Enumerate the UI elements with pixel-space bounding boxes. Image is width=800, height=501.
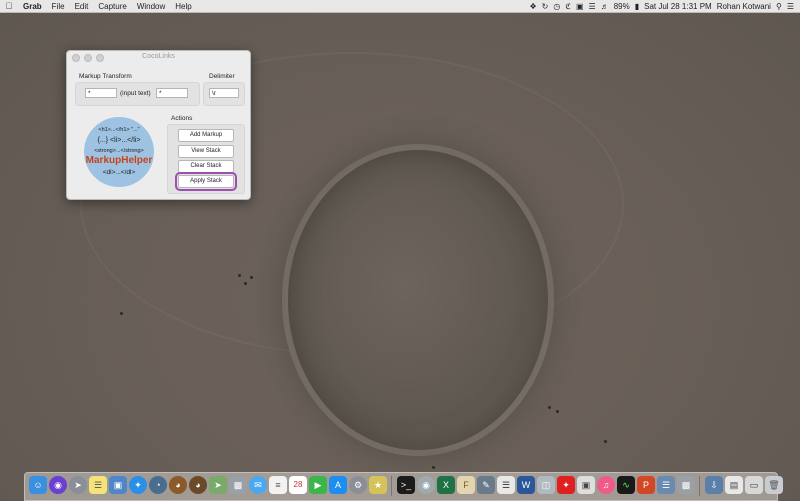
logo-text: <strong>...</strong> (94, 148, 144, 154)
app-icon[interactable]: ☰ (497, 476, 515, 494)
add-markup-button[interactable]: Add Markup (178, 129, 234, 142)
logo-text: {...} <li>...</li> (97, 137, 141, 144)
system-preferences-icon[interactable]: ⚙ (349, 476, 367, 494)
app-icon[interactable]: ◉ (417, 476, 435, 494)
menu-file[interactable]: File (47, 2, 70, 11)
terminal-icon[interactable]: >_ (397, 476, 415, 494)
menu-edit[interactable]: Edit (70, 2, 94, 11)
reminders-icon[interactable]: ≡ (269, 476, 287, 494)
app-store-icon[interactable]: A (329, 476, 347, 494)
display-icon[interactable]: ▣ (576, 2, 584, 11)
app-icon[interactable]: ◕ (189, 476, 207, 494)
desktop-scrub (432, 466, 435, 469)
wifi-icon[interactable]: ☰ (589, 2, 596, 11)
word-icon[interactable]: W (517, 476, 535, 494)
view-stack-button[interactable]: View Stack (178, 145, 234, 158)
window-titlebar[interactable]: CocoLinks (67, 51, 250, 63)
app-icon[interactable]: ◕ (169, 476, 187, 494)
markup-transform-box: * (input text) * (75, 82, 200, 106)
powerpoint-icon[interactable]: P (637, 476, 655, 494)
actions-box: Add Markup View Stack Clear Stack Apply … (167, 124, 245, 194)
volume-icon[interactable]: ♬ (601, 2, 609, 11)
minimize-button[interactable] (84, 54, 92, 62)
suffix-input[interactable]: * (156, 88, 188, 98)
app-icon[interactable]: ★ (369, 476, 387, 494)
window-title: CocoLinks (142, 53, 175, 60)
desktop-crater (282, 144, 554, 456)
delimiter-box: \r (203, 82, 245, 106)
dock-separator (391, 476, 392, 496)
logo-text: <h1>...</h1> "..." (98, 127, 140, 133)
app-icon[interactable]: ▭ (745, 476, 763, 494)
app-icon[interactable]: ▩ (677, 476, 695, 494)
menu-app-name[interactable]: Grab (18, 2, 47, 11)
dock: ☺ ◉ ➤ ☰ ▣ ✦ ◔ ◕ ◕ ➤ ▩ ✉ ≡ 28 ▶ A ⚙ ★ >_ … (24, 472, 783, 501)
siri-icon[interactable]: ◉ (49, 476, 67, 494)
sync-icon[interactable]: ↻ (542, 2, 549, 11)
menu-window[interactable]: Window (132, 2, 170, 11)
notes-icon[interactable]: ☰ (89, 476, 107, 494)
acrobat-icon[interactable]: ✦ (557, 476, 575, 494)
desktop-scrub (556, 410, 559, 413)
battery-percent[interactable]: 89% (614, 2, 630, 11)
delimiter-label: Delimiter (209, 73, 235, 80)
app-icon[interactable]: ▣ (577, 476, 595, 494)
delimiter-input[interactable]: \r (209, 88, 239, 98)
apple-menu-icon[interactable]:  (0, 1, 18, 11)
menu-bar:  Grab File Edit Capture Window Help ❖ ↻… (0, 0, 800, 13)
excel-icon[interactable]: X (437, 476, 455, 494)
trash-icon[interactable]: 🗑 (765, 476, 783, 494)
logo-title: MarkupHelper (85, 155, 153, 166)
zoom-button[interactable] (96, 54, 104, 62)
activity-monitor-icon[interactable]: ∿ (617, 476, 635, 494)
window-controls (72, 54, 104, 62)
close-button[interactable] (72, 54, 80, 62)
menu-help[interactable]: Help (170, 2, 196, 11)
maps-icon[interactable]: ➤ (209, 476, 227, 494)
apply-stack-button[interactable]: Apply Stack (175, 172, 237, 191)
finder-icon[interactable]: ☺ (29, 476, 47, 494)
status-area: ❖ ↻ ◷ ℭ ▣ ☰ ♬ 89% ▮ Sat Jul 28 1:31 PM R… (529, 2, 800, 11)
preview-icon[interactable]: ▣ (109, 476, 127, 494)
app-icon[interactable]: ☰ (657, 476, 675, 494)
markuphelper-logo: <h1>...</h1> "..." {...} <li>...</li> <s… (84, 117, 154, 187)
clear-stack-button[interactable]: Clear Stack (178, 160, 234, 173)
facetime-icon[interactable]: ▶ (309, 476, 327, 494)
notification-center-icon[interactable]: ☰ (787, 2, 794, 11)
desktop-scrub (238, 274, 241, 277)
cocolinks-window: CocoLinks Markup Transform * (input text… (66, 50, 251, 200)
time-machine-icon[interactable]: ◷ (553, 2, 560, 11)
app-icon[interactable]: ◫ (537, 476, 555, 494)
downloads-icon[interactable]: ⇩ (705, 476, 723, 494)
input-text-label: (input text) (120, 90, 151, 97)
launchpad-icon[interactable]: ➤ (69, 476, 87, 494)
app-icon[interactable]: ▩ (229, 476, 247, 494)
app-icon[interactable]: F (457, 476, 475, 494)
calendar-icon[interactable]: 28 (289, 476, 307, 494)
desktop-scrub (250, 276, 253, 279)
dock-separator (699, 476, 700, 496)
prefix-input[interactable]: * (85, 88, 117, 98)
spotlight-search-icon[interactable]: ⚲ (776, 2, 782, 11)
user-name[interactable]: Rohan Kotwani (717, 2, 771, 11)
bluetooth-icon[interactable]: ℭ (565, 2, 571, 11)
battery-icon[interactable]: ▮ (635, 2, 639, 11)
safari-icon[interactable]: ✦ (129, 476, 147, 494)
app-icon[interactable]: ◔ (149, 476, 167, 494)
logo-text: <dl>...</dl> (102, 169, 136, 176)
desktop-scrub (604, 440, 607, 443)
clock[interactable]: Sat Jul 28 1:31 PM (644, 2, 712, 11)
itunes-icon[interactable]: ♫ (597, 476, 615, 494)
markup-transform-label: Markup Transform (79, 73, 132, 80)
dropbox-icon[interactable]: ❖ (529, 2, 536, 11)
messages-icon[interactable]: ✉ (249, 476, 267, 494)
desktop-scrub (548, 406, 551, 409)
actions-label: Actions (171, 115, 193, 122)
desktop-scrub (120, 312, 123, 315)
menu-capture[interactable]: Capture (93, 2, 131, 11)
desktop-scrub (244, 282, 247, 285)
app-icon[interactable]: ✎ (477, 476, 495, 494)
documents-icon[interactable]: ▤ (725, 476, 743, 494)
